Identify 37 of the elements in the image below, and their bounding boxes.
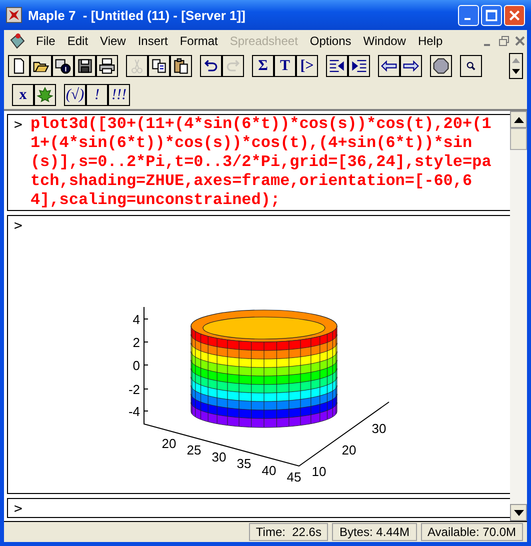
axis-tick-label: -4 — [128, 404, 140, 419]
axis-tick-label: 20 — [342, 442, 356, 458]
menu-item[interactable]: File — [30, 34, 62, 48]
menu-item[interactable]: Window — [357, 34, 412, 48]
prompt: > — [14, 217, 24, 236]
menu-item[interactable]: Help — [412, 34, 449, 48]
axis-tick-label: 40 — [262, 462, 276, 478]
axis-tick-label: 30 — [212, 449, 226, 464]
axis-tick-label: 25 — [186, 442, 202, 458]
prompt: > — [14, 500, 22, 517]
toolbar-button[interactable]: (√) — [64, 84, 86, 106]
window-title: Maple 7 - [Untitled (11) - [Server 1]] — [28, 8, 246, 22]
axis-tick-label: 4 — [132, 312, 140, 327]
status-available: Available: 70.0M — [420, 523, 523, 541]
menu-item[interactable]: Edit — [61, 34, 94, 48]
menu-item[interactable]: Format — [174, 34, 224, 48]
axis-tick-label: 2 — [132, 335, 140, 350]
axis-tick-label: 10 — [312, 464, 326, 479]
axis-tick-label: 30 — [372, 421, 386, 436]
toolbar-button[interactable]: Σ — [252, 55, 274, 77]
toolbar-button[interactable]: ! — [86, 84, 108, 106]
axis-tick-label: 20 — [162, 436, 176, 451]
status-time: Time: 22.6s — [248, 523, 328, 541]
menu-item[interactable]: Options — [304, 34, 358, 48]
command-input[interactable]: plot3d([30+(11+(4*sin(6*t))*cos(s))*cos(t),20+(11+(4*sin(6*t))*cos(s))*cos(t),(4+sin(6*t))*sin(s)],s=0..2*Pi,t=0..3/2*Pi,grid=[36,24],style=patch,shading=ZHUE,axes=frame,orientation=[-60,64],scaling=unconstrained); — [30, 115, 492, 210]
axis-tick-label: 35 — [236, 456, 252, 472]
toolbar-button[interactable]: !!! — [108, 84, 130, 106]
toolbar-button[interactable]: x — [12, 84, 34, 106]
axis-tick-label: 45 — [286, 470, 302, 485]
toolbar-button[interactable]: T — [274, 55, 296, 77]
menu-item[interactable]: Insert — [132, 34, 174, 48]
axis-tick-label: 0 — [132, 358, 140, 373]
menu-item[interactable]: View — [94, 34, 132, 48]
status-bytes: Bytes: 4.44M — [332, 523, 416, 541]
prompt: > — [14, 116, 22, 135]
axis-tick-label: -2 — [128, 382, 140, 397]
toolbar-button[interactable]: [> — [296, 55, 318, 77]
